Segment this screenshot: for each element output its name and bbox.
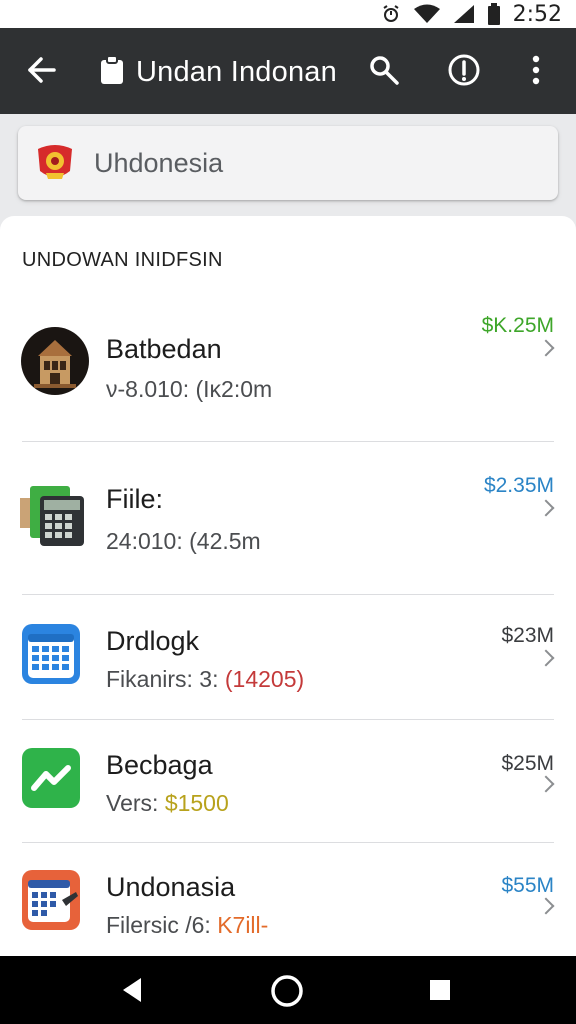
wifi-icon: [413, 4, 440, 23]
search-field[interactable]: Uhdonesia: [18, 126, 558, 200]
item-subtitle: Fikanirs: 3: (14205): [106, 666, 305, 692]
nav-back-button[interactable]: [112, 972, 152, 1008]
more-vert-icon: [532, 55, 540, 85]
home-circle-icon: [271, 975, 303, 1007]
status-bar: 2:52: [0, 0, 576, 28]
item-subtitle: Filersic /6: K7ill-: [106, 912, 269, 938]
calculator-icon: [20, 480, 88, 555]
list-item[interactable]: Becbaga Vers: $1500 $25M: [0, 732, 576, 842]
divider: [22, 594, 554, 595]
info-icon: [448, 54, 480, 86]
item-subtitle: Vers: $1500: [106, 790, 229, 816]
item-price: $25M: [501, 752, 554, 775]
search-input[interactable]: Uhdonesia: [94, 148, 223, 179]
list-item[interactable]: Drdlogk Fikanirs: 3: (14205) $23M: [0, 608, 576, 718]
emblem-icon: [34, 141, 76, 188]
more-options-button[interactable]: [520, 50, 552, 90]
chevron-right-icon: [537, 339, 555, 357]
item-title: Drdlogk: [106, 626, 200, 656]
signal-icon: [453, 5, 474, 23]
status-time: 2:52: [512, 1, 562, 27]
item-subtitle: ν-8.010: (Iκ2:0m: [106, 376, 273, 402]
item-price: $23M: [501, 624, 554, 647]
item-subtitle: 24:010: (42.5m: [106, 528, 261, 554]
back-arrow-icon: [28, 57, 56, 83]
navigation-bar: [0, 956, 576, 1024]
status-icons: 2:52: [381, 0, 562, 28]
search-icon: [370, 56, 399, 85]
clipboard-icon: [101, 55, 123, 84]
clipboard-button[interactable]: [98, 54, 126, 86]
divider: [22, 842, 554, 843]
divider: [22, 719, 554, 720]
list-item[interactable]: Undonasia Filersic /6: K7ill- $55M: [0, 854, 576, 958]
item-subtitle-accent: (14205): [224, 666, 305, 692]
info-button[interactable]: [444, 50, 484, 90]
item-title: Becbaga: [106, 750, 213, 780]
item-price: $2.35M: [483, 474, 554, 497]
item-price: $K.25M: [481, 314, 554, 337]
item-price: $55M: [501, 874, 554, 897]
chevron-right-icon: [537, 649, 555, 667]
list-item[interactable]: Batbedan ν-8.010: (Iκ2:0m $K.25M: [0, 312, 576, 440]
list-item[interactable]: Fiile: 24:010: (42.5m $2.35M: [0, 456, 576, 592]
section-header: UNDOWAN INIDFSIN: [22, 249, 223, 271]
item-title: Undonasia: [106, 872, 236, 902]
search-button[interactable]: [364, 50, 404, 90]
alarm-icon: [383, 5, 399, 22]
results-panel: UNDOWAN INIDFSIN Batbedan ν-8.010: (Iκ2:…: [0, 216, 576, 956]
nav-home-button[interactable]: [266, 970, 308, 1012]
recents-square-icon: [430, 980, 450, 1000]
back-triangle-icon: [123, 978, 141, 1002]
back-button[interactable]: [22, 50, 62, 90]
item-subtitle-accent: $1500: [164, 790, 229, 816]
item-title: Batbedan: [106, 334, 222, 364]
battery-icon: [487, 3, 500, 25]
nav-recents-button[interactable]: [424, 974, 456, 1006]
calendar-edit-icon: [22, 870, 80, 935]
calendar-grid-icon: [22, 624, 80, 689]
divider: [22, 441, 554, 442]
app-title: Undan Indonan: [136, 56, 337, 88]
item-subtitle-accent: K7ill-: [217, 912, 269, 938]
chevron-right-icon: [537, 897, 555, 915]
chevron-right-icon: [537, 775, 555, 793]
chevron-right-icon: [537, 499, 555, 517]
trend-chart-icon: [22, 748, 80, 813]
app-bar: Undan Indonan: [0, 28, 576, 114]
item-title: Fiile:: [106, 484, 164, 514]
building-icon: [20, 326, 90, 401]
